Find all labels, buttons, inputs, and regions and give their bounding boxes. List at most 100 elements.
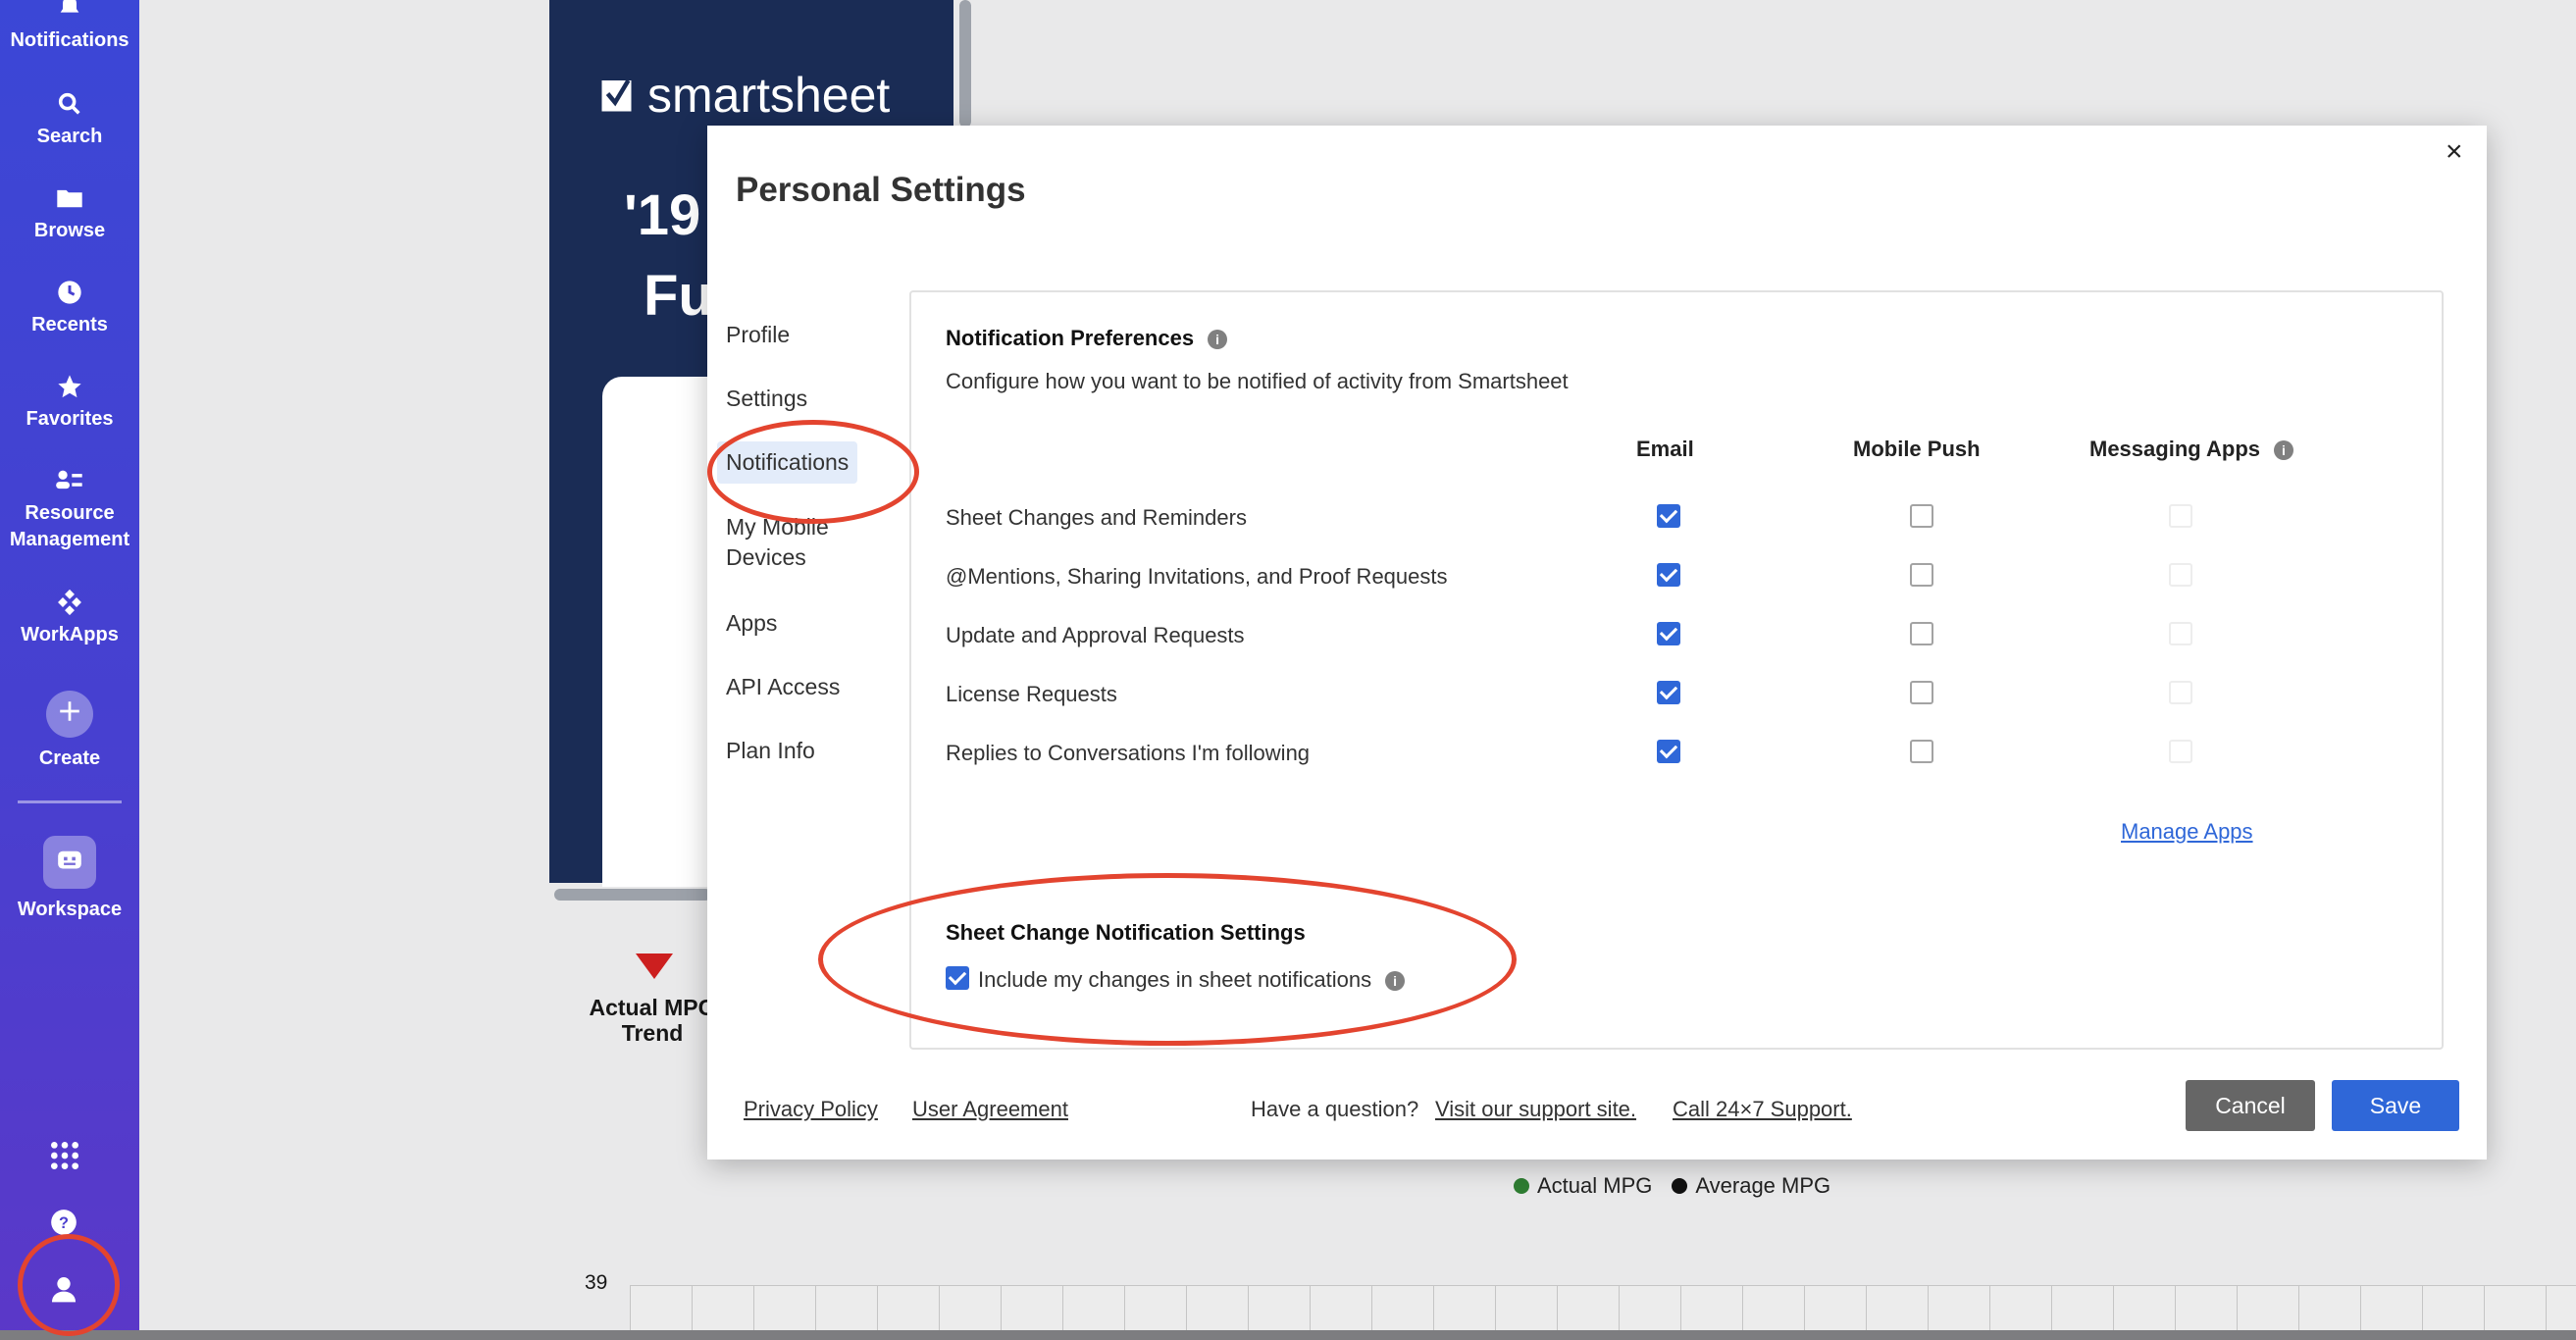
sidebar-item-workapps[interactable]: WorkApps	[0, 589, 139, 648]
pref-row-label: Sheet Changes and Reminders	[946, 505, 1247, 530]
notification-preferences-title: Notification Preferences i	[946, 326, 1228, 351]
sidebar-item-create[interactable]: Create	[0, 691, 139, 772]
sidebar-item-workspace[interactable]: Workspace	[0, 836, 139, 923]
include-my-changes-checkbox[interactable]	[946, 966, 969, 990]
mobile-push-checkbox[interactable]	[1910, 622, 1933, 645]
smartsheet-logo-icon	[601, 78, 632, 112]
column-header-messaging-apps: Messaging Apps i	[2089, 437, 2293, 462]
personal-settings-modal: Personal Settings × Profile Settings Not…	[707, 126, 2487, 1160]
include-my-changes-label: Include my changes in sheet notification…	[978, 967, 1372, 992]
info-icon[interactable]: i	[1385, 971, 1406, 992]
modal-title: Personal Settings	[736, 171, 1026, 209]
messaging-apps-checkbox	[2169, 504, 2192, 528]
column-header-mobile-push: Mobile Push	[1853, 437, 1981, 461]
search-icon	[58, 92, 80, 115]
sidebar-item-browse[interactable]: Browse	[0, 184, 139, 244]
down-triangle-icon	[636, 953, 673, 979]
info-icon[interactable]: i	[1208, 330, 1228, 350]
sidebar-item-label: Search	[36, 126, 103, 147]
messaging-apps-checkbox	[2169, 681, 2192, 704]
sidebar-item-label: Favorites	[26, 408, 114, 430]
settings-nav-notifications[interactable]: Notifications	[717, 441, 858, 484]
email-checkbox[interactable]	[1657, 504, 1680, 528]
info-icon[interactable]: i	[2274, 440, 2293, 461]
sidebar-item-label: Recents	[31, 314, 108, 335]
settings-nav-plan-info[interactable]: Plan Info	[717, 730, 824, 772]
call-support-link[interactable]: Call 24×7 Support.	[1673, 1097, 1852, 1122]
email-checkbox[interactable]	[1657, 740, 1680, 763]
legend-dot-actual	[1514, 1178, 1529, 1194]
messaging-apps-checkbox	[2169, 622, 2192, 645]
notification-preferences-description: Configure how you want to be notified of…	[946, 369, 1569, 393]
manage-apps-link[interactable]: Manage Apps	[2121, 819, 2253, 845]
left-nav-sidebar: Notifications Search Browse Recents Favo…	[0, 0, 139, 1340]
email-checkbox[interactable]	[1657, 681, 1680, 704]
pref-row-label: Update and Approval Requests	[946, 623, 1245, 647]
column-header-email: Email	[1636, 437, 1694, 461]
star-icon	[58, 375, 81, 398]
sidebar-item-favorites[interactable]: Favorites	[0, 373, 139, 433]
sidebar-item-resource-management[interactable]: Resource Management	[0, 467, 139, 553]
pref-row-label: Replies to Conversations I'm following	[946, 741, 1311, 765]
cancel-button[interactable]: Cancel	[2186, 1080, 2315, 1131]
legend-label-actual: Actual MPG	[1537, 1173, 1653, 1198]
dashboard-scrollbar[interactable]	[959, 0, 971, 128]
settings-nav-settings[interactable]: Settings	[717, 378, 816, 420]
sidebar-divider	[18, 800, 122, 803]
logo-text: smartsheet	[647, 68, 891, 123]
sheet-change-settings-title: Sheet Change Notification Settings	[946, 920, 1306, 945]
notification-preferences-title-text: Notification Preferences	[946, 326, 1195, 350]
settings-nav-mobile-devices[interactable]: My Mobile Devices	[717, 506, 874, 579]
pref-row-label: @Mentions, Sharing Invitations, and Proo…	[946, 564, 1448, 589]
apps-grid-icon[interactable]	[49, 1140, 80, 1176]
email-checkbox[interactable]	[1657, 622, 1680, 645]
mobile-push-checkbox[interactable]	[1910, 740, 1933, 763]
close-icon[interactable]: ×	[2446, 135, 2463, 169]
support-question-text: Have a question?	[1251, 1097, 1419, 1121]
support-site-link[interactable]: Visit our support site.	[1435, 1097, 1636, 1122]
mobile-push-checkbox[interactable]	[1910, 681, 1933, 704]
user-agreement-link[interactable]: User Agreement	[912, 1097, 1068, 1122]
workapps-icon	[58, 589, 81, 616]
svg-text:?: ?	[59, 1214, 69, 1232]
plus-icon	[46, 691, 93, 738]
bell-icon	[60, 0, 79, 13]
sidebar-item-search[interactable]: Search	[0, 90, 139, 150]
sidebar-item-label: Create	[38, 747, 101, 769]
column-header-messaging-apps-text: Messaging Apps	[2089, 437, 2260, 461]
sidebar-item-label: Browse	[33, 220, 106, 241]
privacy-policy-link[interactable]: Privacy Policy	[744, 1097, 878, 1122]
chart-y-tick: 39	[585, 1271, 608, 1294]
sidebar-item-label: Resource Management	[9, 502, 130, 550]
email-checkbox[interactable]	[1657, 563, 1680, 587]
people-icon	[56, 470, 82, 490]
settings-nav-api-access[interactable]: API Access	[717, 666, 849, 708]
help-icon[interactable]: ?	[50, 1209, 77, 1241]
folder-icon	[57, 189, 82, 208]
settings-nav-apps[interactable]: Apps	[717, 602, 786, 644]
pref-row-label: License Requests	[946, 682, 1117, 706]
trend-label: Actual MPG Trend	[589, 995, 716, 1046]
messaging-apps-checkbox	[2169, 563, 2192, 587]
sidebar-item-label: Notifications	[10, 29, 129, 51]
chart-legend: Actual MPG Average MPG	[1514, 1173, 1830, 1199]
dashboard-horizontal-scrollbar[interactable]	[554, 889, 711, 901]
mobile-push-checkbox[interactable]	[1910, 504, 1933, 528]
messaging-apps-checkbox	[2169, 740, 2192, 763]
sidebar-item-notifications[interactable]: Notifications	[0, 0, 139, 54]
sidebar-item-label: Workspace	[17, 899, 123, 920]
workspace-icon	[43, 836, 96, 889]
clock-icon	[58, 281, 81, 304]
legend-dot-average	[1672, 1178, 1688, 1194]
dashboard-headline-line2: Fu	[644, 264, 713, 328]
sidebar-item-recents[interactable]: Recents	[0, 279, 139, 338]
mobile-push-checkbox[interactable]	[1910, 563, 1933, 587]
profile-avatar-icon[interactable]	[48, 1273, 79, 1310]
legend-label-average: Average MPG	[1695, 1173, 1831, 1198]
settings-nav-profile[interactable]: Profile	[717, 314, 799, 356]
sidebar-item-label: WorkApps	[21, 624, 119, 645]
save-button[interactable]: Save	[2332, 1080, 2459, 1131]
include-my-changes-row: Include my changes in sheet notification…	[978, 967, 1406, 993]
notifications-panel: Notification Preferences i Configure how …	[909, 290, 2444, 1050]
bottom-bar	[0, 1330, 2576, 1340]
